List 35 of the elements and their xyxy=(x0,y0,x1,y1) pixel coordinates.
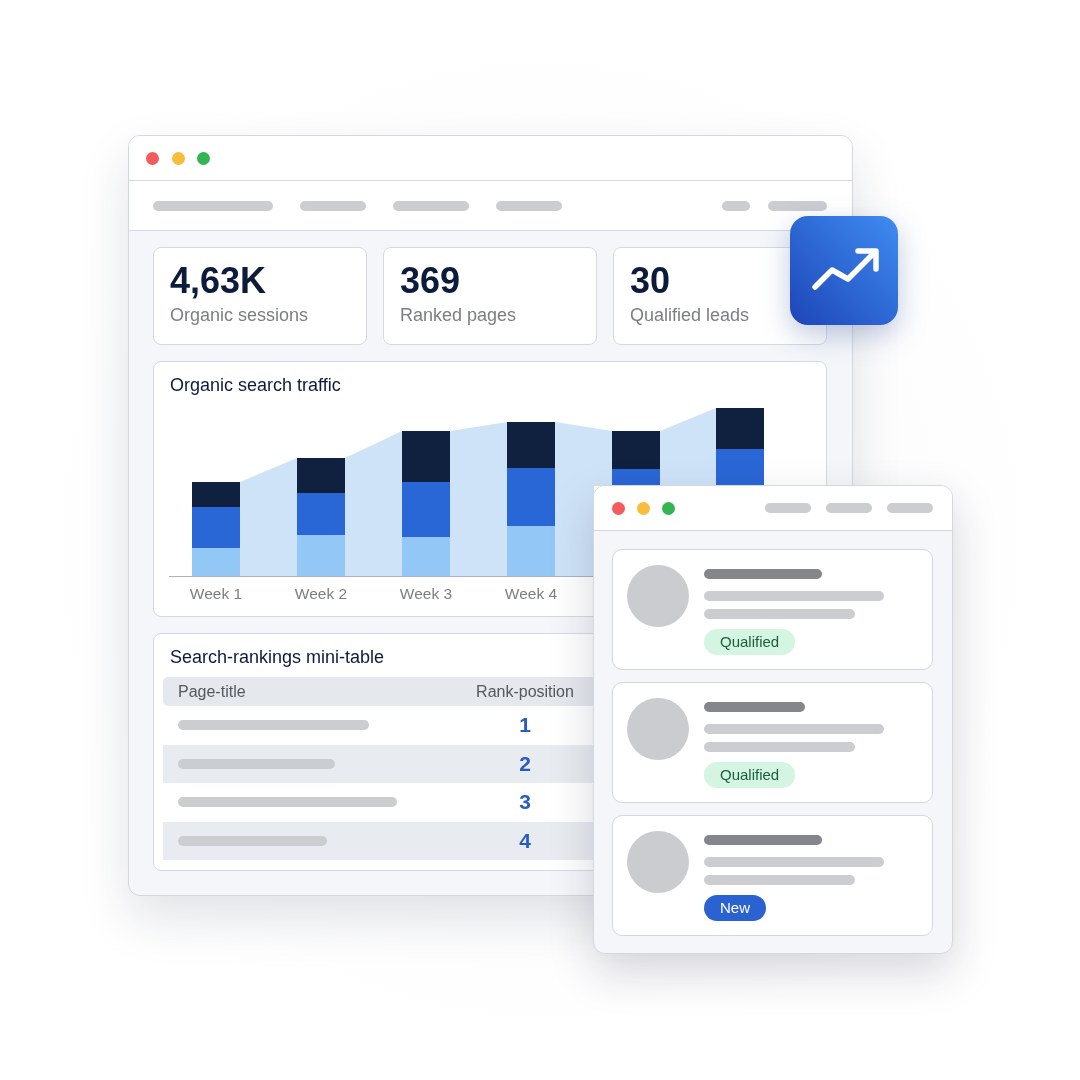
stat-label: Organic sessions xyxy=(170,304,309,326)
nav-placeholder-line xyxy=(496,200,562,211)
menu-placeholder-line xyxy=(887,503,933,513)
table-cell: 3 xyxy=(519,790,531,815)
x-axis-label: Week 3 xyxy=(399,585,453,602)
x-axis-label: Week 2 xyxy=(294,585,348,602)
table-cell: 2 xyxy=(519,751,531,776)
stacked-bar xyxy=(612,431,660,486)
table-cell: 4 xyxy=(519,828,531,853)
table-cell: 1 xyxy=(519,713,531,738)
nav-placeholder-line xyxy=(722,200,750,211)
stat-label: Ranked pages xyxy=(400,304,517,326)
window-maximize-icon[interactable] xyxy=(197,151,210,165)
stat-value: 4,63K xyxy=(170,261,267,301)
column-header: Page-title xyxy=(177,682,246,701)
x-axis-label: Week 1 xyxy=(189,585,243,602)
window-close-icon[interactable] xyxy=(612,501,625,515)
column-header: Rank-position xyxy=(476,682,574,701)
table-title: Search-rankings mini-table xyxy=(170,646,385,668)
status-badge: New xyxy=(704,895,766,921)
stat-value: 30 xyxy=(630,261,671,301)
window-minimize-icon[interactable] xyxy=(637,501,650,515)
menu-placeholder-line xyxy=(765,503,811,513)
chart-title: Organic search traffic xyxy=(170,374,341,396)
nav-placeholder-line xyxy=(300,200,366,211)
status-badge: Qualified xyxy=(704,629,796,655)
window-maximize-icon[interactable] xyxy=(662,501,675,515)
stat-label: Qualified leads xyxy=(630,304,750,326)
x-axis-label: Week 4 xyxy=(504,585,558,602)
status-badge: Qualified xyxy=(704,762,796,788)
nav-placeholder-line xyxy=(768,200,827,211)
stat-value: 369 xyxy=(400,261,461,301)
window-minimize-icon[interactable] xyxy=(171,151,185,165)
menu-placeholder-line xyxy=(826,503,872,513)
window-close-icon[interactable] xyxy=(146,151,159,165)
